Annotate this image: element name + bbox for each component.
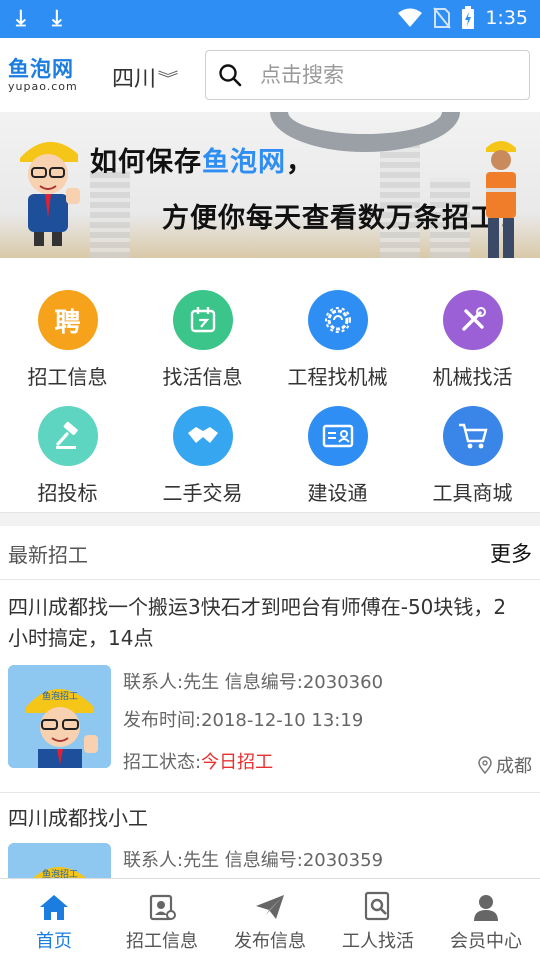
handshake-icon [172, 406, 233, 466]
gavel-icon [37, 406, 98, 466]
job-card[interactable]: 四川成都找一个搬运3快石才到吧台有师傅在-50块钱，2小时搞定，14点 鱼泡招工… [0, 580, 540, 792]
thumb-badge-text: 鱼泡招工 [42, 690, 78, 702]
category-label: 工具商城 [432, 481, 513, 505]
tab-publish[interactable]: 发布信息 [216, 879, 324, 961]
app-logo[interactable]: 鱼泡网 yupao.com [8, 57, 94, 93]
tab-recruitment[interactable]: 招工信息 [108, 879, 216, 961]
logo-subtext: yupao.com [8, 80, 78, 93]
status-badge: 今日招工 [201, 752, 274, 773]
recruit-card-icon [149, 894, 176, 921]
job-status: 招工状态:今日招工 [123, 752, 274, 773]
city-label: 四川 [112, 67, 157, 92]
category-recruitment[interactable]: 聘 招工信息 [0, 276, 135, 389]
tab-home[interactable]: 首页 [0, 879, 108, 961]
job-card[interactable]: 四川成都找小工 鱼泡招工 联系人:先生 信息编号:2030359 [0, 793, 540, 878]
promo-banner[interactable]: 如何保存鱼泡网， 方便你每天查看数万条招工！ [0, 112, 540, 258]
job-title: 四川成都找一个搬运3快石才到吧台有师傅在-50块钱，2小时搞定，14点 [8, 595, 507, 650]
category-label: 建设通 [307, 481, 368, 505]
category-label: 招投标 [37, 481, 98, 505]
app-header: 鱼泡网 yupao.com 四川 ︾ [0, 38, 540, 112]
no-sim-icon [433, 7, 452, 29]
section-title: 最新招工 [8, 543, 88, 567]
tools-icon [442, 290, 503, 350]
banner-building [90, 168, 130, 258]
battery-charging-icon [462, 6, 475, 29]
section-divider [0, 512, 540, 526]
mascot-illustration [20, 141, 80, 246]
latest-jobs-header: 最新招工 更多 [0, 526, 540, 580]
gear-icon [307, 290, 368, 350]
location-pin-icon [478, 756, 492, 774]
tab-label: 首页 [36, 931, 72, 952]
tab-member-center[interactable]: 会员中心 [432, 879, 540, 961]
search-icon [219, 64, 242, 87]
job-title: 四川成都找小工 [8, 806, 148, 830]
id-card-icon [307, 406, 368, 466]
job-thumbnail: 鱼泡招工 [8, 843, 111, 878]
calendar-icon [172, 290, 233, 350]
category-label: 找活信息 [162, 365, 243, 389]
more-link[interactable]: 更多 [490, 538, 532, 568]
banner-headline-1: 如何保存鱼泡网， [90, 147, 314, 178]
category-bidding[interactable]: 招投标 [0, 392, 135, 505]
category-machinery-work[interactable]: 机械找活 [405, 276, 540, 389]
tab-worker-find-work[interactable]: 工人找活 [324, 879, 432, 961]
tab-label: 工人找活 [342, 931, 414, 952]
paper-plane-icon [256, 895, 284, 919]
download-icon: ⤓ [16, 6, 26, 31]
job-contact: 联系人:先生 信息编号:2030359 [123, 850, 384, 871]
download-icon: ⤓ [52, 6, 62, 31]
thumb-badge-text: 鱼泡招工 [42, 868, 78, 878]
category-find-work[interactable]: 找活信息 [135, 276, 270, 389]
clock-time: 1:35 [485, 7, 528, 29]
category-grid: 聘 招工信息 找活信息 工程找机械 机械找活 招投标 二手交易 建设通 工具商城 [0, 276, 540, 512]
job-thumbnail: 鱼泡招工 [8, 665, 111, 768]
shopping-cart-icon [442, 406, 503, 466]
recruit-icon: 聘 [37, 290, 98, 350]
search-box[interactable] [205, 50, 530, 100]
search-input[interactable] [260, 63, 500, 87]
bottom-tab-bar: 首页 招工信息 发布信息 工人找活 会员中心 [0, 878, 540, 960]
category-label: 二手交易 [162, 481, 243, 505]
job-location: 成都 [478, 752, 532, 778]
tab-label: 招工信息 [126, 931, 198, 952]
city-selector[interactable]: 四川 ︾ [112, 61, 179, 93]
status-bar: ⤓ ⤓ 1:35 [0, 0, 540, 38]
worker-illustration [486, 141, 516, 258]
tab-label: 会员中心 [450, 931, 522, 952]
category-label: 招工信息 [27, 365, 108, 389]
wifi-icon [398, 8, 423, 27]
logo-text: 鱼泡网 [8, 57, 74, 81]
banner-headline-2: 方便你每天查看数万条招工！ [162, 203, 526, 234]
job-publish-time: 发布时间:2018-12-10 13:19 [123, 710, 364, 731]
job-contact: 联系人:先生 信息编号:2030360 [123, 672, 384, 693]
tab-label: 发布信息 [234, 931, 306, 952]
category-label: 机械找活 [432, 365, 513, 389]
double-chevron-down-icon: ︾ [157, 69, 179, 88]
search-document-icon [364, 891, 390, 921]
category-label: 工程找机械 [287, 365, 388, 389]
category-project-machinery[interactable]: 工程找机械 [270, 276, 405, 389]
user-icon [474, 895, 498, 921]
category-tool-mall[interactable]: 工具商城 [405, 392, 540, 505]
category-jianshetong[interactable]: 建设通 [270, 392, 405, 505]
home-icon [40, 895, 68, 920]
category-second-hand[interactable]: 二手交易 [135, 392, 270, 505]
